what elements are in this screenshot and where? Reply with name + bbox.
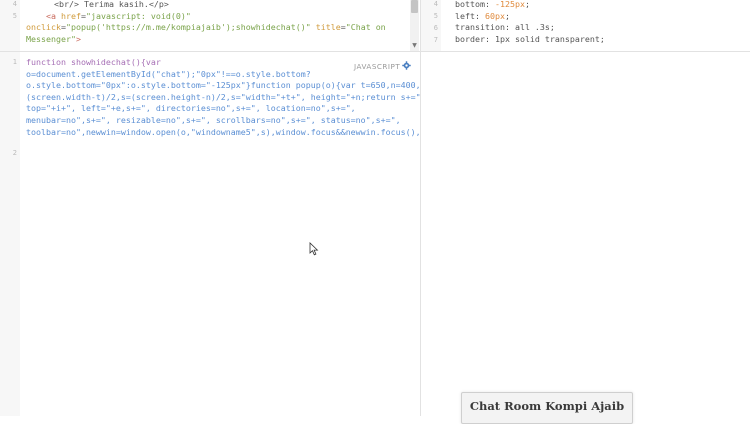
code-text: menubar=no",s+=", resizable=no",s+=", sc… — [26, 114, 401, 125]
css-semicolon: ; — [599, 33, 605, 44]
code-attr: href — [61, 10, 81, 21]
code-tag: <a — [46, 10, 56, 21]
css-editor-pane[interactable]: 4 5 6 7 bottom: -125px; left: 60px; tran… — [421, 0, 750, 51]
code-text: o.style.bottom="0px":o.style.bottom="-12… — [26, 80, 420, 91]
css-semicolon: ; — [524, 0, 530, 9]
code-text: <br/> Terima kasih.</p> — [54, 0, 169, 9]
line-number: 4 — [12, 0, 17, 8]
code-attr: onclick — [26, 22, 61, 33]
code-text: top="+i+", left="+e,s+=", directories=no… — [26, 103, 356, 114]
css-semicolon: ; — [504, 10, 510, 21]
line-number: 4 — [433, 0, 438, 8]
line-number: 5 — [12, 12, 17, 20]
code-text: function showhidechat(){var — [26, 57, 161, 67]
html-gutter: 4 5 — [0, 0, 20, 51]
css-property: transition: — [455, 22, 510, 33]
code-string: "popup('https://m.me/kompiajaib');showhi… — [65, 22, 311, 33]
gear-icon[interactable] — [402, 61, 411, 70]
mouse-cursor-icon — [309, 242, 319, 256]
html-editor-pane[interactable]: 4 5 <br/> Terima kasih.</p> <a href="jav… — [0, 0, 420, 51]
js-gutter: 1 2 — [0, 52, 20, 416]
line-number: 6 — [433, 24, 438, 32]
css-semicolon: ; — [549, 22, 555, 33]
code-string: "javascript: void(0)" — [85, 10, 191, 21]
chat-room-button[interactable]: Chat Room Kompi Ajaib — [461, 392, 633, 424]
line-number: 5 — [433, 12, 438, 20]
css-gutter: 4 5 6 7 — [421, 0, 441, 51]
code-text: o=document.getElementById("chat");"0px"!… — [26, 68, 311, 79]
css-property: left: — [455, 10, 480, 21]
code-string: "Chat on — [345, 22, 386, 33]
result-preview-pane[interactable] — [421, 52, 750, 416]
code-tag: > — [75, 33, 81, 44]
js-editor-pane[interactable]: 1 2 function showhidechat(){var o=docume… — [0, 52, 420, 416]
scroll-down-arrow-icon[interactable]: ▼ — [410, 42, 419, 50]
line-number: 1 — [12, 58, 17, 66]
css-value: all .3s — [514, 22, 550, 33]
css-value: -125px — [494, 0, 525, 9]
line-number: 2 — [12, 149, 17, 157]
css-property: bottom: — [455, 0, 490, 9]
code-text: (screen.width-t)/2,s=(screen.height-n)/2… — [26, 91, 420, 102]
css-value: 1px solid transparent — [494, 33, 600, 44]
code-string: Messenger" — [26, 33, 76, 44]
html-scrollbar-thumb[interactable] — [411, 0, 418, 13]
css-value: 60px — [484, 10, 505, 21]
html-code[interactable]: <br/> Terima kasih.</p> <a href="javascr… — [26, 0, 408, 45]
line-number: 7 — [433, 36, 438, 44]
language-label: JAVASCRIPT — [354, 62, 401, 71]
css-property: border: — [455, 33, 490, 44]
code-attr: title — [315, 22, 341, 33]
code-text: toolbar=no",newwin=window.open(o,"window… — [26, 126, 420, 137]
css-code[interactable]: bottom: -125px; left: 60px; transition: … — [455, 0, 738, 45]
js-code[interactable]: function showhidechat(){var o=document.g… — [26, 57, 420, 138]
